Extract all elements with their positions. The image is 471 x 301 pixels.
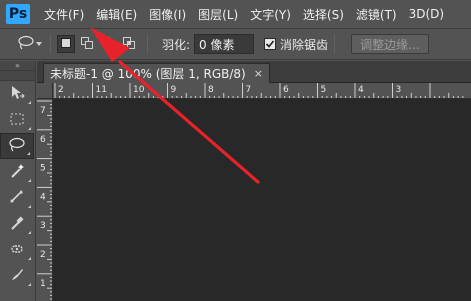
close-icon[interactable]: × (254, 67, 263, 80)
lasso-icon (7, 136, 27, 157)
ruler-label: 9 (171, 85, 177, 95)
divider (334, 34, 336, 54)
menu-file[interactable]: 文件(F) (38, 3, 90, 25)
eyedropper-tool[interactable] (0, 211, 34, 237)
tool-flyout-indicator (27, 152, 30, 155)
move-tool[interactable] (0, 81, 34, 107)
document-tab[interactable]: 未标题-1 @ 100% (图层 1, RGB/8) × (43, 63, 270, 83)
ruler-label: 5 (321, 85, 327, 95)
lasso-tool[interactable] (0, 133, 34, 159)
ruler-label: 3 (396, 85, 402, 95)
brush-icon (8, 266, 26, 287)
checkmark-icon (265, 40, 275, 48)
ruler-label: 6 (283, 85, 289, 95)
crop-tool[interactable] (0, 185, 34, 211)
menu-image[interactable]: 图像(I) (143, 3, 192, 25)
document-tab-title: 未标题-1 @ 100% (图层 1, RGB/8) (50, 67, 246, 81)
eyedropper-icon (8, 214, 26, 235)
tool-flyout-indicator (28, 257, 31, 260)
healing-brush-tool[interactable] (0, 237, 34, 263)
ruler-label: 11 (96, 85, 107, 95)
new-selection-button[interactable] (57, 35, 75, 53)
add-selection-icon (80, 36, 94, 53)
ruler-label: 10 (133, 85, 145, 95)
tool-flyout-indicator (28, 283, 31, 286)
move-icon (8, 84, 26, 105)
tool-preset-picker[interactable] (8, 33, 44, 55)
options-bar: 羽化: 0 像素 消除锯齿 调整边缘... (0, 28, 471, 60)
ruler-label: 5 (40, 164, 46, 174)
crop-icon (8, 188, 26, 209)
antialias-checkbox[interactable] (264, 38, 277, 50)
antialias-label: 消除锯齿 (280, 37, 329, 52)
ruler-label: 6 (40, 135, 46, 145)
tool-flyout-indicator (28, 205, 31, 208)
ruler-label: 4 (358, 85, 364, 95)
magic-wand-tool[interactable] (0, 159, 34, 185)
intersect-selection-button[interactable] (120, 35, 138, 53)
horizontal-ruler-ticks: 2 11 10 9 8 7 6 5 4 3 (54, 83, 464, 98)
tool-flyout-indicator (28, 179, 31, 182)
ruler-label: 8 (208, 85, 214, 95)
collapse-toolbox-icon[interactable]: » (0, 61, 35, 71)
feather-label: 羽化: (162, 37, 191, 52)
lasso-icon (16, 35, 36, 54)
marquee-icon (8, 110, 26, 131)
add-to-selection-button[interactable] (78, 35, 96, 53)
ruler-label: 7 (40, 106, 46, 116)
intersect-selection-icon (122, 36, 136, 53)
horizontal-ruler[interactable]: 2 11 10 9 8 7 6 5 4 3 (53, 83, 471, 99)
menu-type[interactable]: 文字(Y) (244, 3, 297, 25)
photoshop-logo: Ps (6, 4, 30, 24)
refine-edge-button[interactable]: 调整边缘... (351, 34, 429, 54)
toolbox: » (0, 61, 36, 301)
healing-brush-icon (8, 240, 26, 261)
menu-bar: Ps 文件(F) 编辑(E) 图像(I) 图层(L) 文字(Y) 选择(S) 滤… (0, 0, 471, 28)
menu-layer[interactable]: 图层(L) (192, 3, 244, 25)
feather-input[interactable]: 0 像素 (194, 34, 255, 54)
menu-3d[interactable]: 3D(D) (403, 3, 450, 25)
menu-filter[interactable]: 滤镜(T) (350, 3, 403, 25)
ruler-label: 2 (58, 85, 64, 95)
brush-tool[interactable] (0, 263, 34, 289)
divider (50, 34, 51, 54)
tool-flyout-indicator (28, 101, 31, 104)
magic-wand-icon (8, 162, 26, 183)
ruler-label: 2 (40, 250, 46, 260)
ruler-label: 7 (246, 85, 252, 95)
ruler-label: 1 (40, 279, 46, 289)
subtract-selection-icon (101, 36, 115, 53)
tool-flyout-indicator (28, 127, 31, 130)
ruler-origin[interactable] (37, 83, 53, 99)
chevron-down-icon (36, 42, 42, 46)
document-tab-strip: 未标题-1 @ 100% (图层 1, RGB/8) × (37, 61, 471, 83)
document-area: 未标题-1 @ 100% (图层 1, RGB/8) × 2 11 10 9 8 7 6 5 4… (37, 61, 471, 301)
marquee-tool[interactable] (0, 107, 34, 133)
toolbox-drag-handle[interactable] (0, 71, 35, 81)
subtract-from-selection-button[interactable] (99, 35, 117, 53)
new-selection-icon (60, 37, 72, 52)
ruler-label: 3 (40, 221, 46, 231)
menu-edit[interactable]: 编辑(E) (90, 3, 143, 25)
ruler-label: 4 (40, 192, 46, 202)
vertical-ruler-ticks: 7 6 5 4 3 2 1 (37, 100, 52, 300)
vertical-ruler[interactable]: 7 6 5 4 3 2 1 (37, 99, 53, 301)
menu-select[interactable]: 选择(S) (297, 3, 350, 25)
divider (147, 34, 148, 54)
canvas[interactable] (53, 99, 471, 301)
tool-flyout-indicator (28, 231, 31, 234)
